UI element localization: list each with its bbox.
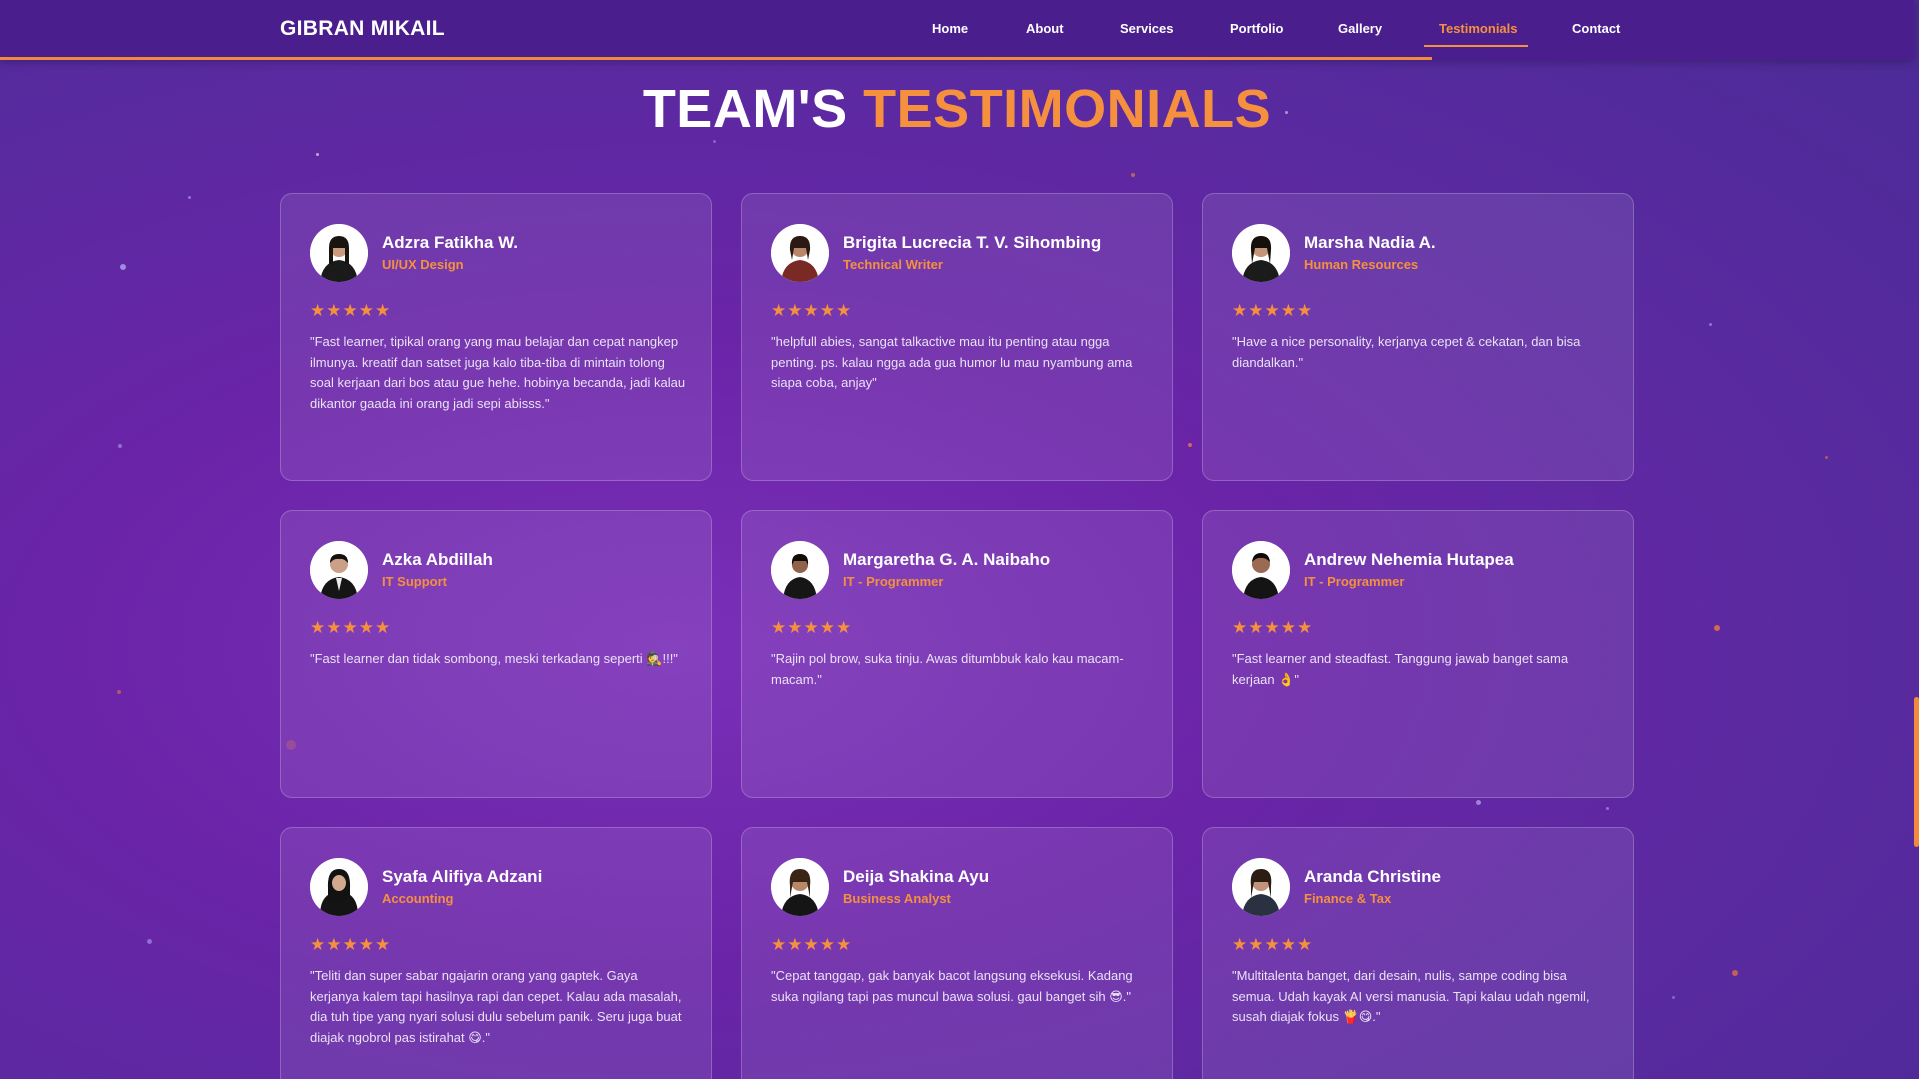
testimonial-role: Business Analyst — [843, 891, 951, 906]
scrollbar[interactable] — [1914, 0, 1919, 1079]
testimonial-quote: "Fast learner dan tidak sombong, meski t… — [310, 651, 678, 666]
testimonial-role: Human Resources — [1304, 257, 1419, 272]
testimonial-card: Adzra Fatikha W. UI/UX Design ★★★★★ "Fas… — [280, 193, 712, 481]
testimonial-card: Deija Shakina Ayu Business Analyst ★★★★★… — [741, 827, 1173, 1079]
testimonial-card: Brigita Lucrecia T. V. Sihombing Technic… — [741, 193, 1173, 481]
section-title-part2: TESTIMONIALS — [863, 79, 1272, 139]
section-title: TEAM'S TESTIMONIALS — [0, 78, 1914, 140]
testimonial-quote: "helpfull abies, sangat talkactive mau i… — [771, 334, 1133, 390]
nav-link-contact[interactable]: Contact — [1572, 21, 1620, 36]
rating-stars: ★★★★★ — [310, 301, 392, 320]
testimonial-name: Syafa Alifiya Adzani — [382, 867, 543, 886]
nav-link-about[interactable]: About — [1026, 21, 1064, 36]
particle — [118, 444, 122, 448]
testimonial-name: Brigita Lucrecia T. V. Sihombing — [843, 233, 1102, 252]
testimonial-name: Aranda Christine — [1304, 867, 1441, 886]
particle — [1188, 443, 1192, 447]
testimonial-card: Andrew Nehemia Hutapea IT - Programmer ★… — [1202, 510, 1634, 798]
particle — [1672, 996, 1675, 999]
testimonial-name: Adzra Fatikha W. — [382, 233, 519, 252]
particle — [147, 939, 152, 944]
scrollbar-thumb[interactable] — [1914, 697, 1919, 847]
avatar — [1232, 224, 1290, 282]
particle — [188, 196, 191, 199]
navbar: GIBRAN MIKAIL Home About Services Portfo… — [0, 0, 1914, 60]
particle — [1606, 807, 1609, 810]
avatar — [310, 858, 368, 916]
particle — [1714, 625, 1720, 631]
testimonial-role: IT Support — [382, 574, 447, 589]
particle — [316, 153, 319, 156]
testimonial-card: Margaretha G. A. Naibaho IT - Programmer… — [741, 510, 1173, 798]
rating-stars: ★★★★★ — [1232, 935, 1314, 954]
testimonial-card: Azka Abdillah IT Support ★★★★★ "Fast lea… — [280, 510, 712, 798]
section-title-part1: TEAM'S — [642, 79, 848, 139]
nav-link-home[interactable]: Home — [932, 21, 968, 36]
rating-stars: ★★★★★ — [310, 935, 392, 954]
rating-stars: ★★★★★ — [771, 301, 853, 320]
rating-stars: ★★★★★ — [771, 618, 853, 637]
avatar — [310, 541, 368, 599]
testimonial-name: Deija Shakina Ayu — [843, 867, 990, 886]
testimonial-quote: "Rajin pol brow, suka tinju. Awas ditumb… — [771, 651, 1124, 687]
avatar — [771, 224, 829, 282]
testimonial-role: IT - Programmer — [1304, 574, 1405, 589]
scroll-progress-bar — [0, 57, 1432, 60]
avatar — [771, 858, 829, 916]
particle — [117, 690, 121, 694]
rating-stars: ★★★★★ — [1232, 618, 1314, 637]
avatar — [310, 224, 368, 282]
avatar — [1232, 858, 1290, 916]
testimonial-role: Technical Writer — [843, 257, 943, 272]
avatar — [1232, 541, 1290, 599]
brand-logo[interactable]: GIBRAN MIKAIL — [280, 17, 445, 41]
particle — [1131, 173, 1135, 177]
testimonial-card: Syafa Alifiya Adzani Accounting ★★★★★ "T… — [280, 827, 712, 1079]
testimonial-quote: "Multitalenta banget, dari desain, nulis… — [1232, 968, 1590, 1024]
testimonial-quote: "Cepat tanggap, gak banyak bacot langsun… — [771, 968, 1133, 1004]
particle — [713, 140, 716, 143]
testimonial-quote: "Teliti dan super sabar ngajarin orang y… — [310, 968, 682, 1045]
testimonial-role: Accounting — [382, 891, 454, 906]
testimonial-quote: "Fast learner and steadfast. Tanggung ja… — [1232, 651, 1569, 687]
testimonial-name: Marsha Nadia A. — [1304, 233, 1436, 252]
nav-link-gallery[interactable]: Gallery — [1338, 21, 1382, 36]
rating-stars: ★★★★★ — [771, 935, 853, 954]
testimonial-role: Finance & Tax — [1304, 891, 1392, 906]
testimonial-role: UI/UX Design — [382, 257, 464, 272]
testimonial-name: Andrew Nehemia Hutapea — [1304, 550, 1514, 569]
particle — [1825, 456, 1828, 459]
testimonial-quote: "Have a nice personality, kerjanya cepet… — [1232, 334, 1581, 370]
testimonial-card: Aranda Christine Finance & Tax ★★★★★ "Mu… — [1202, 827, 1634, 1079]
testimonial-role: IT - Programmer — [843, 574, 944, 589]
rating-stars: ★★★★★ — [310, 618, 392, 637]
nav-link-portfolio[interactable]: Portfolio — [1230, 21, 1283, 36]
rating-stars: ★★★★★ — [1232, 301, 1314, 320]
nav-active-underline — [1424, 45, 1528, 47]
avatar — [771, 541, 829, 599]
particle — [1476, 800, 1481, 805]
nav-link-services[interactable]: Services — [1120, 21, 1174, 36]
nav-link-testimonials[interactable]: Testimonials — [1439, 21, 1518, 36]
testimonial-name: Azka Abdillah — [382, 550, 493, 569]
testimonial-name: Margaretha G. A. Naibaho — [843, 550, 1051, 569]
particle — [1732, 970, 1738, 976]
particle — [120, 264, 126, 270]
testimonial-card: Marsha Nadia A. Human Resources ★★★★★ "H… — [1202, 193, 1634, 481]
testimonial-quote: "Fast learner, tipikal orang yang mau be… — [310, 334, 686, 411]
particle — [1709, 323, 1712, 326]
